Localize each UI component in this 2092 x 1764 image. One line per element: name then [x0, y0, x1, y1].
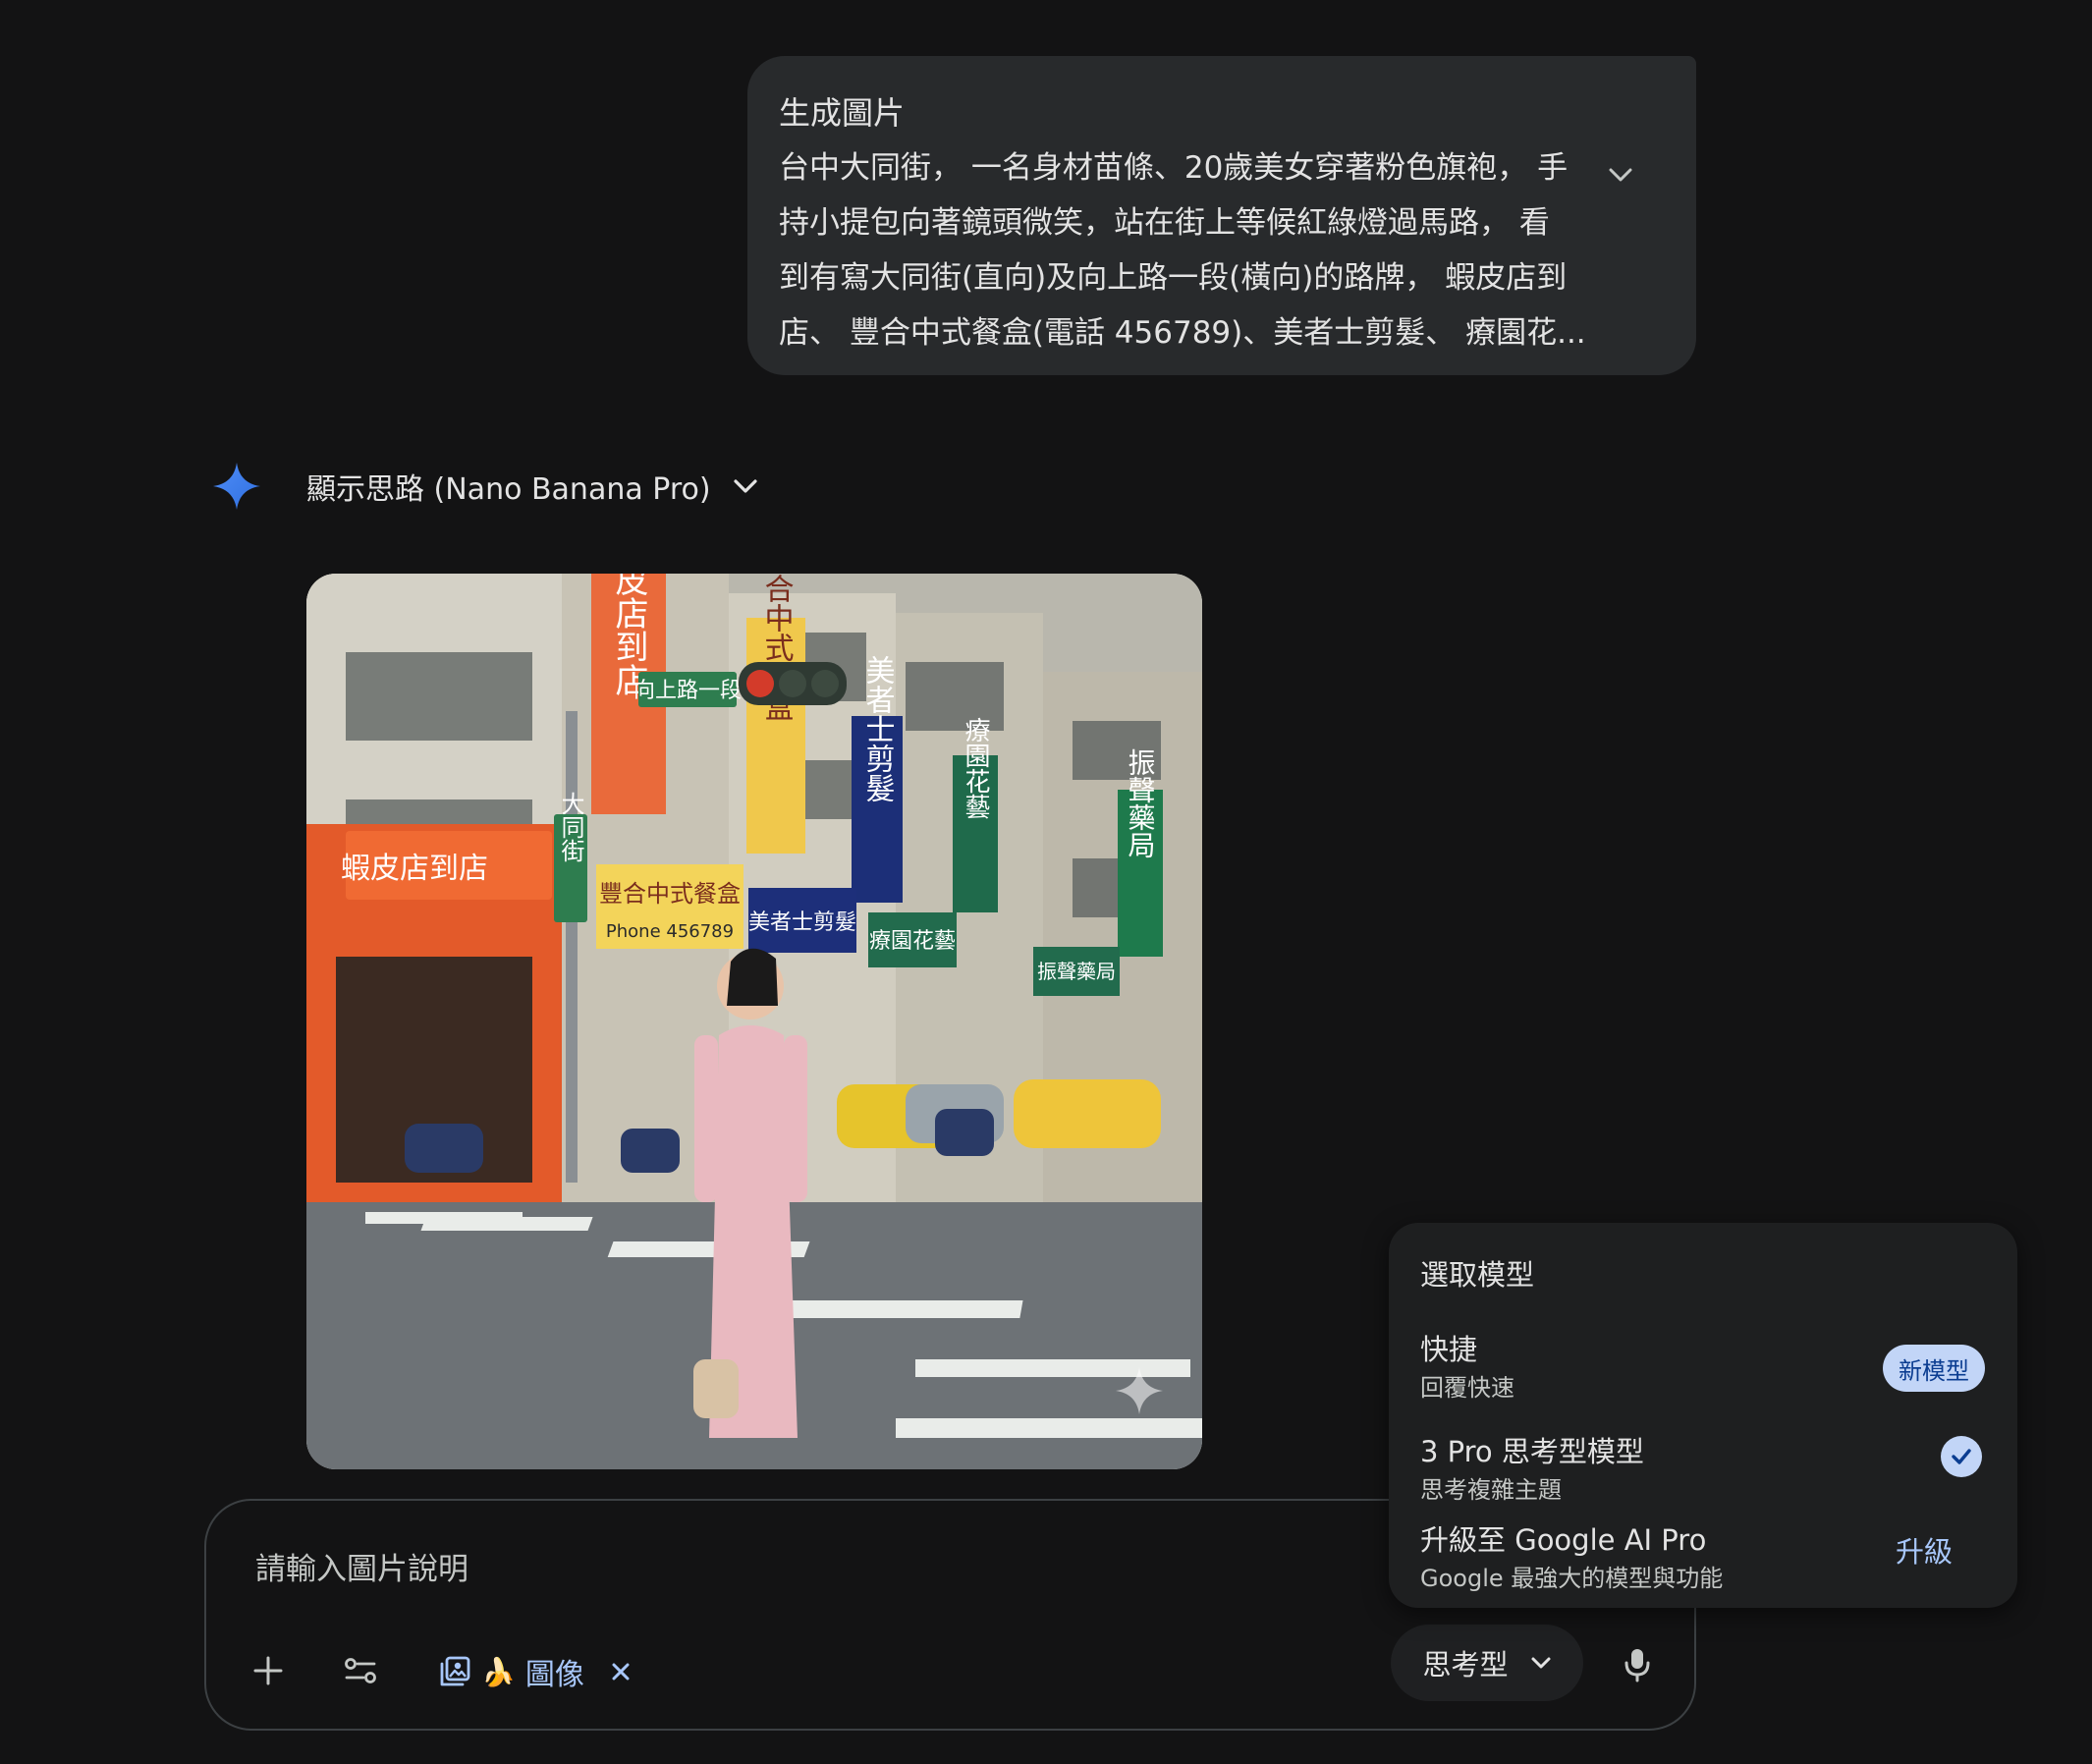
model-option-upgrade[interactable]: 升級至 Google AI Pro Google 最強大的模型與功能 升級	[1389, 1517, 2017, 1606]
model-option-desc: Google 最強大的模型與功能	[1420, 1565, 1724, 1592]
florist-horizontal-sign: 療園花藝	[869, 929, 956, 954]
show-thinking-toggle[interactable]: 顯示思路 (Nano Banana Pro)	[306, 464, 758, 509]
add-button[interactable]	[246, 1648, 291, 1693]
shopee-storefront-sign: 蝦皮店到店	[341, 852, 488, 886]
generated-image[interactable]: 蝦皮店到店 蝦皮店到店 豐合中式餐盒 美者士剪髮 療園花藝 振聲藥局 豐合中式餐…	[306, 574, 1202, 1469]
checkmark-icon	[1941, 1436, 1982, 1477]
bento-phone-sign: Phone 456789	[606, 921, 734, 942]
microphone-button[interactable]	[1613, 1640, 1662, 1689]
new-model-badge: 新模型	[1883, 1345, 1985, 1392]
model-option-fast[interactable]: 快捷 回覆快速 新模型	[1389, 1327, 2017, 1415]
tune-icon	[345, 1658, 376, 1683]
prompt-title: 生成圖片	[779, 94, 906, 132]
model-option-desc: 回覆快速	[1420, 1374, 1514, 1402]
model-option-desc: 思考複雜主題	[1420, 1476, 1562, 1504]
pharmacy-vertical-sign: 振聲藥局	[1125, 748, 1157, 858]
chevron-down-icon	[1609, 168, 1632, 182]
chevron-down-icon	[1531, 1657, 1550, 1669]
model-menu-title: 選取模型	[1420, 1258, 1535, 1292]
model-option-name: 3 Pro 思考型模型	[1420, 1435, 1644, 1468]
expand-prompt-button[interactable]	[1604, 158, 1637, 192]
pharmacy-horizontal-sign: 振聲藥局	[1037, 960, 1116, 983]
banana-icon: 🍌	[481, 1655, 516, 1688]
close-icon[interactable]	[610, 1661, 632, 1682]
barber-horizontal-sign: 美者士剪髮	[748, 910, 856, 935]
florist-vertical-sign: 療園花藝	[961, 717, 990, 819]
prompt-text: 台中大同街， 一名身材苗條、20歲美女穿著粉色旗袍， 手 持小提包向著鏡頭微笑，…	[779, 150, 1586, 351]
chevron-down-icon	[733, 479, 757, 493]
user-prompt-bubble: 生成圖片 台中大同街， 一名身材苗條、20歲美女穿著粉色旗袍， 手 持小提包向著…	[747, 56, 1696, 375]
road-sign-vertical: 大同街	[557, 792, 584, 862]
model-option-3-pro-thinking[interactable]: 3 Pro 思考型模型 思考複雜主題	[1389, 1429, 2017, 1517]
plus-icon	[253, 1656, 283, 1685]
microphone-icon	[1624, 1649, 1650, 1682]
tools-button[interactable]	[338, 1648, 383, 1693]
barber-vertical-sign: 美者士剪髮	[860, 655, 896, 802]
gemini-sparkle-icon	[212, 462, 261, 511]
model-selector-label: 思考型	[1422, 1648, 1509, 1681]
model-menu: 選取模型 快捷 回覆快速 新模型 3 Pro 思考型模型 思考複雜主題 升級至 …	[1389, 1223, 2017, 1608]
bento-horizontal-sign: 豐合中式餐盒	[599, 880, 741, 908]
image-chip-label: 圖像	[524, 1658, 584, 1692]
road-sign-horizontal: 向上路一段	[633, 679, 742, 703]
image-tool-chip[interactable]: 🍌 圖像	[438, 1644, 632, 1699]
model-option-name: 升級至 Google AI Pro	[1420, 1523, 1707, 1557]
prompt-input[interactable]: 請輸入圖片說明	[255, 1544, 468, 1588]
upgrade-button[interactable]: 升級	[1896, 1529, 1953, 1571]
show-thinking-label: 顯示思路 (Nano Banana Pro)	[306, 472, 711, 507]
image-stack-icon	[440, 1656, 470, 1686]
model-selector-button[interactable]: 思考型	[1391, 1625, 1583, 1701]
model-option-name: 快捷	[1420, 1333, 1478, 1366]
